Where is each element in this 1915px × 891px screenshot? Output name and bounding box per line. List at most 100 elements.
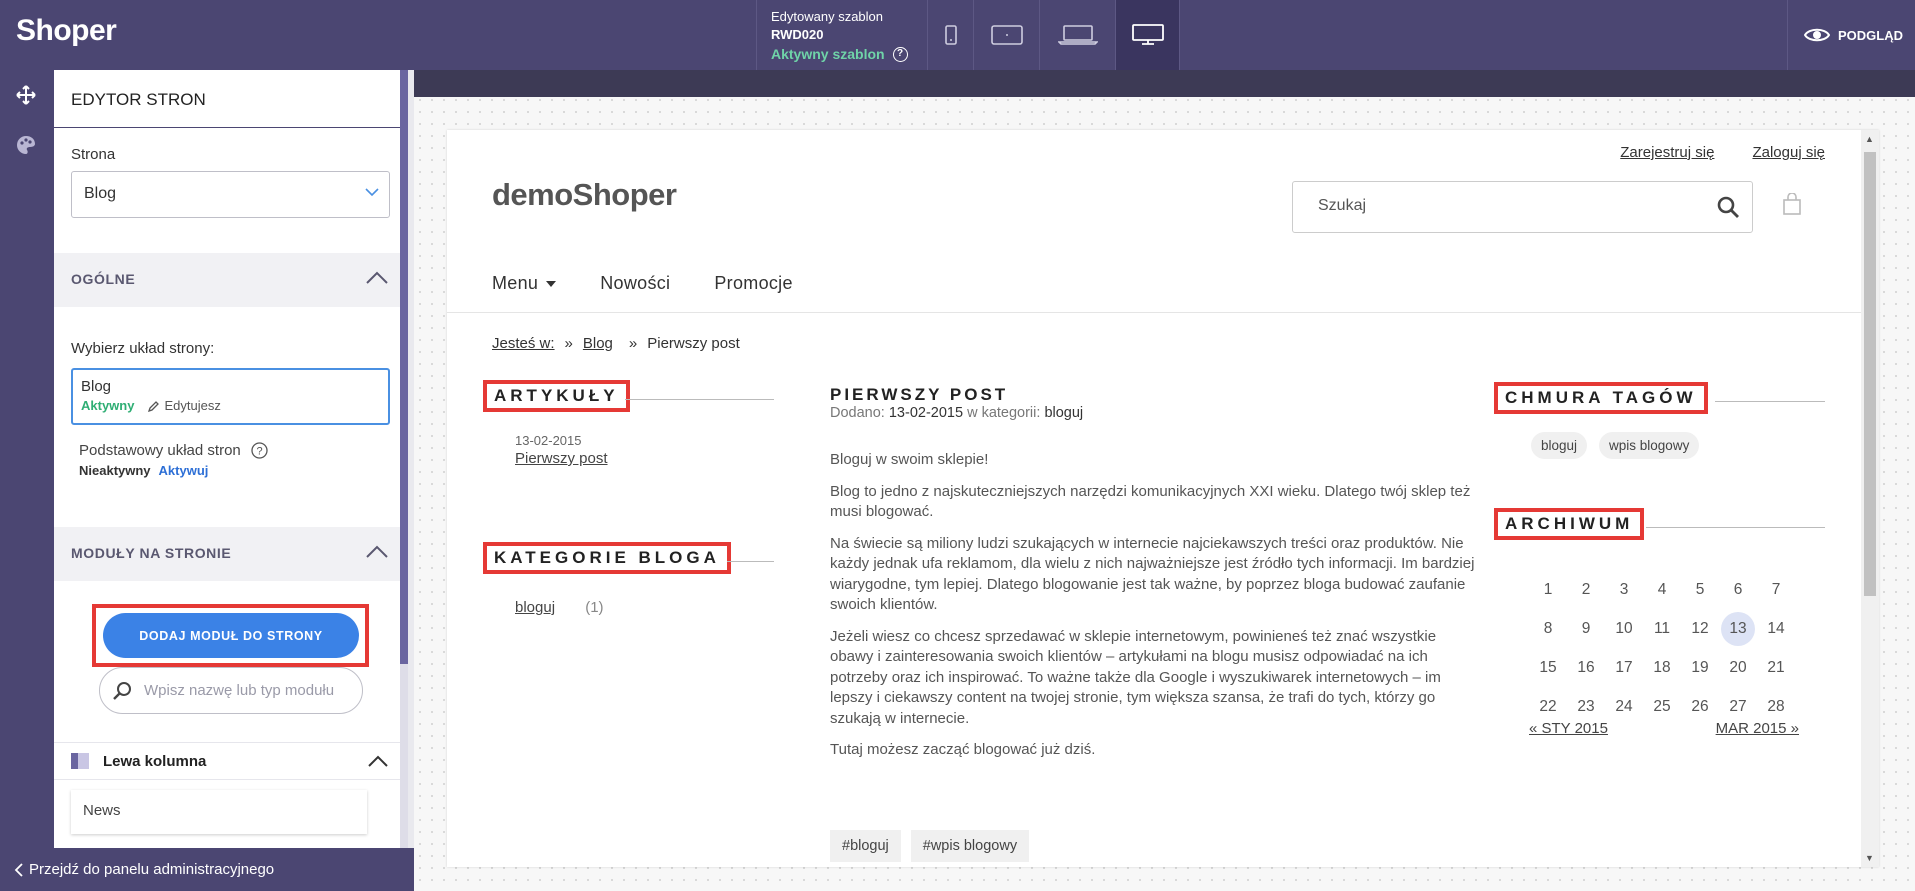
search-icon[interactable] [1716, 195, 1740, 219]
nav-promotions[interactable]: Promocje [714, 273, 792, 294]
layout-edit-label: Edytujesz [164, 398, 221, 413]
calendar-day: 18 [1643, 659, 1681, 677]
calendar-day: 7 [1757, 581, 1795, 599]
archive-calendar: 1 2 3 4 5 6 7 8 9 10 11 12 13 14 15 16 17 18 19 20 21 22 23 24 2… [1529, 570, 1799, 726]
calendar-day-label: 27 [1729, 697, 1747, 715]
add-module-highlight: DODAJ MODUŁ DO STRONY [92, 604, 369, 667]
register-link[interactable]: Zarejestruj się [1620, 144, 1714, 161]
breadcrumb-blog[interactable]: Blog [583, 335, 613, 352]
preview-button[interactable]: PODGLĄD [1787, 0, 1903, 70]
add-module-button[interactable]: DODAJ MODUŁ DO STRONY [103, 613, 359, 658]
calendar-day-label: 3 [1619, 580, 1629, 598]
calendar-day: 3 [1605, 581, 1643, 599]
breadcrumb-sep: » [564, 335, 573, 352]
panel-scrollbar[interactable] [400, 70, 408, 848]
top-bar: Shoper Edytowany szablon RWD020 Aktywny … [0, 0, 1915, 70]
question-icon[interactable]: ? [251, 442, 268, 459]
calendar-day-label: 16 [1577, 658, 1595, 676]
activate-layout-link[interactable]: Aktywuj [159, 463, 209, 478]
help-icon[interactable]: ? [892, 46, 908, 62]
calendar-day: 2 [1567, 581, 1605, 599]
panel-title: EDYTOR STRON [54, 70, 408, 128]
calendar-day-label: 2 [1581, 580, 1591, 598]
module-search-input[interactable]: Wpisz nazwę lub typ modułu [99, 667, 363, 714]
site-scrollbar[interactable]: ▲ ▼ [1861, 130, 1879, 867]
post-tag[interactable]: #bloguj [830, 830, 901, 862]
template-info: Edytowany szablon RWD020 Aktywny szablon… [756, 0, 928, 70]
scroll-up-arrow[interactable]: ▲ [1865, 134, 1874, 144]
cart-icon[interactable] [1782, 192, 1802, 220]
calendar-day-label: 22 [1539, 697, 1557, 715]
calendar-day-label: 18 [1653, 658, 1671, 676]
calendar-day-label: 26 [1691, 697, 1709, 715]
calendar-day: 6 [1719, 581, 1757, 599]
calendar-day-label: 9 [1581, 619, 1591, 637]
calendar-day: 23 [1567, 698, 1605, 716]
back-to-admin-link[interactable]: Przejdź do panelu administracyjnego [0, 848, 414, 891]
calendar-day: 25 [1643, 698, 1681, 716]
post-paragraph: Bloguj w swoim sklepie! [830, 451, 989, 468]
calendar-week: 1 2 3 4 5 6 7 [1529, 570, 1799, 609]
article-link[interactable]: Pierwszy post [515, 450, 608, 467]
chevron-left-icon [14, 862, 23, 877]
modules-section-title: MODUŁY NA STRONIE [71, 545, 232, 561]
calendar-day-label: 8 [1543, 619, 1553, 637]
scroll-thumb[interactable] [1864, 152, 1876, 596]
calendar-day: 5 [1681, 581, 1719, 599]
site-logo[interactable]: demoShoper [492, 177, 677, 213]
post-tag[interactable]: #wpis blogowy [910, 830, 1030, 862]
nav-new[interactable]: Nowości [600, 273, 670, 294]
breadcrumb: Jesteś w: » Blog » Pierwszy post [492, 335, 740, 352]
general-section-title: OGÓLNE [71, 271, 136, 287]
archive-prev-link[interactable]: « STY 2015 [1529, 720, 1608, 737]
calendar-day-highlighted[interactable]: 13 [1719, 611, 1757, 646]
login-link[interactable]: Zaloguj się [1752, 144, 1825, 161]
calendar-day-label: 15 [1539, 658, 1557, 676]
post-title: PIERWSZY POST [830, 385, 1009, 404]
calendar-day-label: 25 [1653, 697, 1671, 715]
calendar-day-label: 11 [1653, 619, 1671, 637]
site-search-input[interactable]: Szukaj [1292, 181, 1753, 233]
archive-next-link[interactable]: MAR 2015 » [1716, 720, 1799, 737]
device-tablet-button[interactable] [974, 0, 1040, 70]
scroll-down-arrow[interactable]: ▼ [1865, 853, 1874, 863]
calendar-week: 8 9 10 11 12 13 14 [1529, 609, 1799, 648]
layout-option-blog[interactable]: Blog Aktywny Edytujesz [71, 368, 390, 425]
move-tool-icon[interactable] [14, 83, 38, 107]
left-column-header[interactable]: Lewa kolumna [54, 742, 400, 780]
back-to-admin-label: Przejdź do panelu administracyjnego [29, 861, 275, 878]
desktop-icon [1131, 24, 1164, 45]
layout-option-basic[interactable]: Podstawowy układ stron ? Nieaktywny Akty… [79, 442, 268, 478]
post-category[interactable]: bloguj [1044, 405, 1083, 421]
post-paragraph: Jeżeli wiesz co chcesz sprzedawać w skle… [830, 627, 1441, 727]
tag-cloud-heading: CHMURA TAGÓW [1494, 382, 1708, 414]
calendar-day-label: 14 [1767, 619, 1785, 637]
calendar-day-label: 13 [1721, 611, 1755, 646]
template-label: Edytowany szablon [771, 9, 884, 24]
column-layout-icon [71, 753, 89, 769]
svg-text:?: ? [256, 446, 262, 458]
calendar-day-label: 23 [1577, 697, 1595, 715]
palette-icon[interactable] [14, 133, 38, 157]
module-item-news[interactable]: News [71, 790, 367, 834]
heading-rule [727, 561, 774, 562]
cloud-tag[interactable]: bloguj [1531, 432, 1588, 459]
device-desktop-button[interactable] [1116, 0, 1180, 70]
site-preview: Zarejestruj się Zaloguj się demoShoper S… [447, 130, 1879, 867]
layout-status: Aktywny [81, 398, 135, 413]
page-label: Strona [71, 146, 116, 163]
post-date: 13-02-2015 [888, 405, 964, 421]
preview-top-strip [414, 70, 1915, 97]
calendar-day-label: 6 [1733, 580, 1743, 598]
breadcrumb-sep: » [628, 335, 638, 352]
cloud-tag[interactable]: wpis blogowy [1599, 432, 1700, 459]
category-link[interactable]: bloguj [515, 599, 555, 616]
page-select[interactable]: Blog [71, 171, 390, 218]
general-section-header[interactable]: OGÓLNE [54, 253, 400, 307]
nav-menu[interactable]: Menu [492, 273, 557, 294]
device-mobile-button[interactable] [928, 0, 974, 70]
shoper-logo[interactable]: Shoper [16, 14, 117, 48]
modules-section-header[interactable]: MODUŁY NA STRONIE [54, 527, 400, 581]
calendar-day-label: 21 [1767, 658, 1785, 676]
device-laptop-button[interactable] [1040, 0, 1116, 70]
